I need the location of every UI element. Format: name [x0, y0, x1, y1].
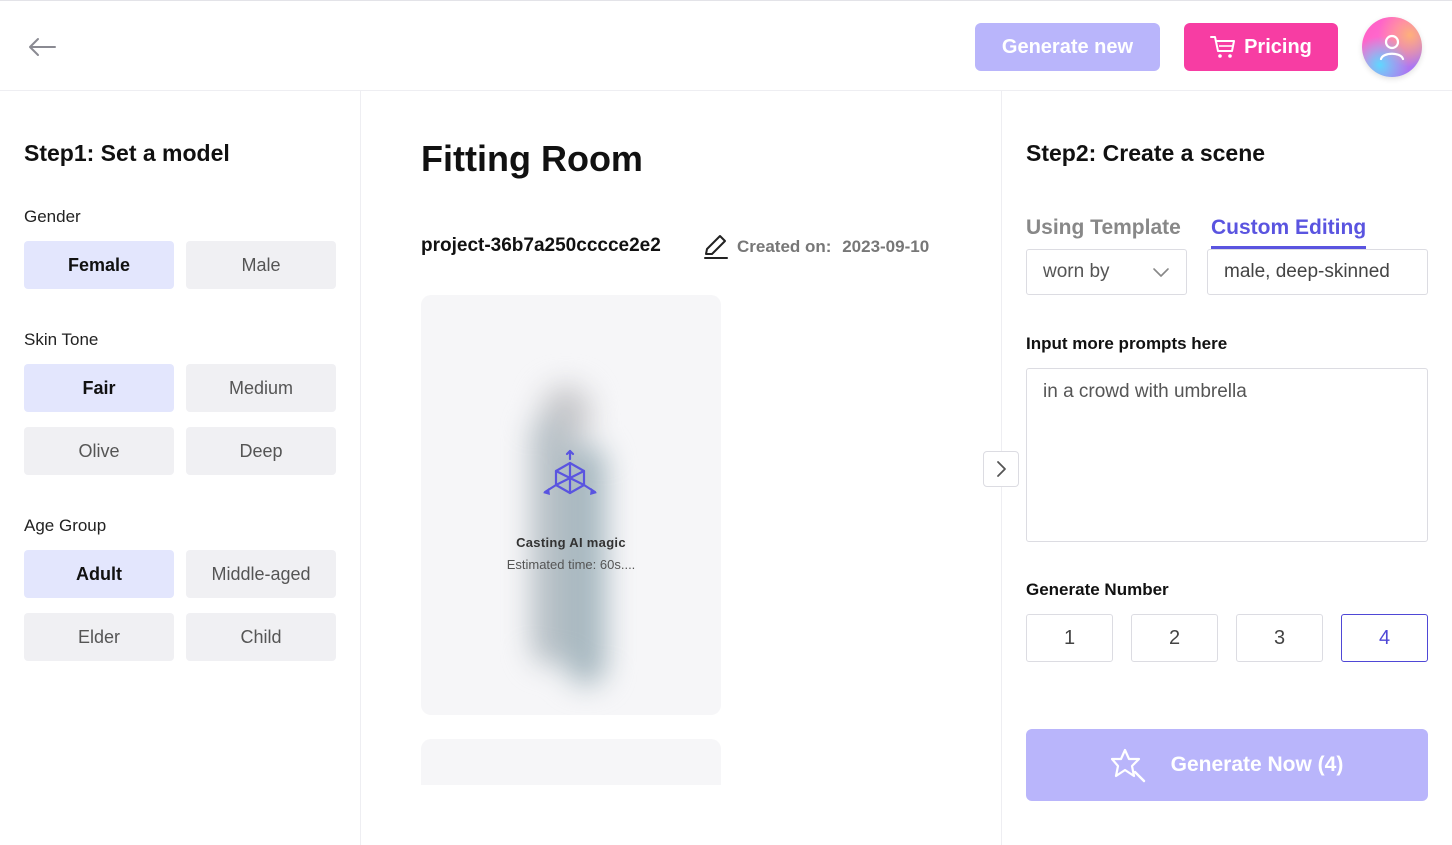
- fitting-room-panel: Fitting Room project-36b7a250cccce2e2 Cr…: [361, 91, 1019, 845]
- tab-using-template[interactable]: Using Template: [1026, 216, 1181, 240]
- tab-custom-editing[interactable]: Custom Editing: [1211, 216, 1366, 240]
- generation-card-2: [421, 739, 721, 785]
- avatar[interactable]: [1362, 17, 1422, 77]
- generate-number-2[interactable]: 2: [1131, 614, 1218, 662]
- subject-field[interactable]: male, deep-skinned: [1207, 249, 1428, 295]
- step1-title: Step1: Set a model: [24, 140, 230, 166]
- skin-tone-option-olive[interactable]: Olive: [24, 427, 174, 475]
- edit-project-button[interactable]: [702, 232, 730, 260]
- pencil-icon: [704, 235, 728, 259]
- cart-icon: [1210, 36, 1236, 58]
- generate-number-3[interactable]: 3: [1236, 614, 1323, 662]
- gender-option-male[interactable]: Male: [186, 241, 336, 289]
- age-option-elder[interactable]: Elder: [24, 613, 174, 661]
- prompt-label: Input more prompts here: [1026, 334, 1228, 353]
- generation-card: Casting AI magic Estimated time: 60s....: [421, 295, 721, 715]
- generate-now-label: Generate Now (4): [1170, 753, 1344, 776]
- age-option-middle-aged[interactable]: Middle-aged: [186, 550, 336, 598]
- cube-icon: [543, 449, 597, 495]
- loading-title: Casting AI magic: [516, 535, 626, 550]
- skin-tone-option-fair[interactable]: Fair: [24, 364, 174, 412]
- prompt-textarea[interactable]: in a crowd with umbrella: [1026, 368, 1428, 542]
- user-icon: [1379, 34, 1405, 61]
- arrow-left-icon: [29, 38, 56, 56]
- skin-tone-label: Skin Tone: [24, 330, 99, 349]
- skin-tone-option-medium[interactable]: Medium: [186, 364, 336, 412]
- created-date: 2023-09-10: [842, 237, 930, 256]
- project-name: project-36b7a250cccce2e2: [421, 235, 661, 256]
- gender-label: Gender: [24, 207, 81, 226]
- page-title: Fitting Room: [421, 138, 643, 179]
- age-group-label: Age Group: [24, 516, 107, 535]
- relation-select-value: worn by: [1043, 261, 1110, 282]
- gender-option-female[interactable]: Female: [24, 241, 174, 289]
- step2-title: Step2: Create a scene: [1026, 140, 1266, 166]
- age-option-child[interactable]: Child: [186, 613, 336, 661]
- magic-star-icon: [1110, 748, 1145, 783]
- generate-now-button[interactable]: Generate Now (4): [1026, 729, 1428, 801]
- age-option-adult[interactable]: Adult: [24, 550, 174, 598]
- skin-tone-option-deep[interactable]: Deep: [186, 427, 336, 475]
- pricing-label: Pricing: [1244, 35, 1312, 58]
- chevron-down-icon: [1153, 268, 1169, 277]
- generate-number-4[interactable]: 4: [1341, 614, 1428, 662]
- top-bar: Generate new Pricing: [0, 0, 1452, 91]
- model-settings-panel: Step1: Set a model Gender Female Male Sk…: [0, 91, 361, 845]
- scene-settings-panel: Step2: Create a scene Using Template Cus…: [1002, 91, 1452, 845]
- relation-select[interactable]: worn by: [1026, 249, 1187, 295]
- created-on: Created on: 2023-09-10: [737, 237, 929, 257]
- generate-number-1[interactable]: 1: [1026, 614, 1113, 662]
- generate-number-label: Generate Number: [1026, 580, 1169, 599]
- pricing-button[interactable]: Pricing: [1184, 23, 1338, 71]
- generate-new-button[interactable]: Generate new: [975, 23, 1160, 71]
- loading-estimate: Estimated time: 60s....: [506, 557, 636, 572]
- back-button[interactable]: [24, 31, 60, 63]
- created-label: Created on:: [737, 237, 832, 256]
